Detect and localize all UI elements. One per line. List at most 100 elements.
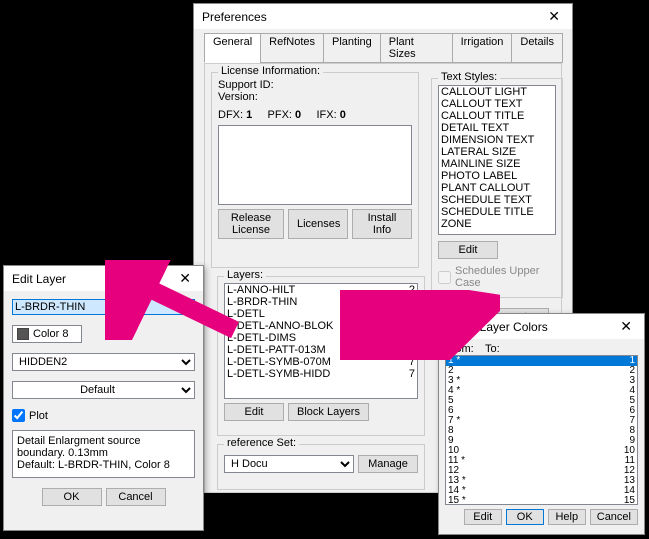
pfx-label: PFX: [268,109,292,121]
tab-irrigation[interactable]: Irrigation [452,33,513,63]
preferences-title: Preferences [202,10,267,24]
licenses-button[interactable]: Licenses [288,209,348,239]
text-styles-group: Text Styles: CALLOUT LIGHT CALLOUT TEXT … [431,78,563,298]
ok-button[interactable]: OK [506,509,544,525]
version-label: Version: [218,91,412,103]
support-id-label: Support ID: [218,79,412,91]
color-label: Color 8 [33,328,68,340]
tab-planting[interactable]: Planting [323,33,381,63]
description-text: Detail Enlargment source boundary. 0.13m… [12,430,195,478]
list-item[interactable]: 55 [446,396,637,406]
preference-set-select[interactable]: H Docu [224,455,354,473]
list-item[interactable]: SCHEDULE TEXT [439,194,555,206]
color-select[interactable]: Color 8 [12,325,82,343]
list-item[interactable]: CALLOUT TEXT [439,98,555,110]
list-item[interactable]: L-DETL0 [225,308,417,320]
list-item[interactable]: L-DETL-SYMB-HIDD7 [225,368,417,380]
license-group: License Information: Support ID: Version… [211,72,419,268]
plot-checkbox[interactable] [12,409,25,422]
block-layer-colors-window: Block Layer Colors ✕ From: To: 1 *1 22 3… [438,313,645,535]
ifx-value: 0 [340,109,346,121]
tab-details[interactable]: Details [511,33,563,63]
list-item[interactable]: PHOTO LABEL [439,170,555,182]
list-item[interactable]: L-DETL-SYMB-070M7 [225,356,417,368]
ifx-label: IFX: [316,109,336,121]
edit-layer-title: Edit Layer [12,272,66,286]
layer-name-input[interactable] [12,299,195,315]
list-item[interactable]: LATERAL SIZE [439,146,555,158]
manage-button[interactable]: Manage [358,455,418,473]
list-item[interactable]: SCHEDULE TITLE [439,206,555,218]
list-item[interactable]: 4 *4 [446,386,637,396]
license-listbox[interactable] [218,125,412,205]
block-layers-button[interactable]: Block Layers [288,403,369,421]
layers-heading: Layers: [224,269,266,281]
linetype-select[interactable]: HIDDEN2 [12,353,195,371]
edit-button[interactable]: Edit [464,509,502,525]
list-item[interactable]: MAINLINE SIZE [439,158,555,170]
list-item[interactable]: DIMENSION TEXT [439,134,555,146]
license-heading: License Information: [218,65,323,77]
list-item[interactable]: 3 *3 [446,376,637,386]
tab-plantsizes[interactable]: Plant Sizes [380,33,453,63]
list-item[interactable]: L-ANNO-HILT2 [225,284,417,296]
list-item[interactable]: L-BRDR-THIN8 [225,296,417,308]
layers-edit-button[interactable]: Edit [224,403,284,421]
release-license-button[interactable]: Release License [218,209,284,239]
text-styles-edit-button[interactable]: Edit [438,241,498,259]
color-pairs-listbox[interactable]: 1 *1 22 3 *3 4 *4 55 66 7 *7 88 99 1010 … [445,355,638,505]
to-label: To: [485,343,500,355]
list-item[interactable]: 88 [446,426,637,436]
layers-group: Layers: L-ANNO-HILT2 L-BRDR-THIN8 L-DETL… [217,276,425,436]
list-item[interactable]: 14 *14 [446,486,637,496]
list-item[interactable]: CALLOUT TITLE [439,110,555,122]
ok-button[interactable]: OK [42,488,102,506]
tabs: General RefNotes Planting Plant Sizes Ir… [204,33,562,63]
layers-listbox[interactable]: L-ANNO-HILT2 L-BRDR-THIN8 L-DETL0 L-DETL… [224,283,418,399]
preferences-titlebar: Preferences ✕ [194,4,572,29]
text-styles-heading: Text Styles: [438,71,500,83]
schedules-upper-label: Schedules Upper Case [455,265,556,289]
preference-set-heading: reference Set: [224,437,299,449]
preference-set-group: reference Set: H Docu Manage [217,444,425,490]
close-icon[interactable]: ✕ [175,270,195,287]
list-item[interactable]: 11 *11 [446,456,637,466]
list-item[interactable]: 15 *15 [446,496,637,505]
edit-layer-window: Edit Layer ✕ Color 8 HIDDEN2 Default Plo… [3,265,204,531]
list-item[interactable]: L-DETL-ANNO-BLOK0 [225,320,417,332]
close-icon[interactable]: ✕ [616,318,636,335]
list-item[interactable]: 13 *13 [446,476,637,486]
tab-general[interactable]: General [204,33,261,63]
schedules-upper-checkbox[interactable] [438,271,451,284]
list-item[interactable]: DETAIL TEXT [439,122,555,134]
close-icon[interactable]: ✕ [544,8,564,25]
pfx-value: 0 [295,109,301,121]
list-item[interactable]: 22 [446,366,637,376]
list-item[interactable]: L-DETL-PATT-013M5 [225,344,417,356]
list-item[interactable]: 1 *1 [446,356,637,366]
help-button[interactable]: Help [548,509,586,525]
list-item[interactable]: L-DETL-DIMS4 [225,332,417,344]
block-layer-colors-title: Block Layer Colors [447,320,548,334]
list-item[interactable]: 66 [446,406,637,416]
list-item[interactable]: ZONE [439,218,555,230]
dfx-value: 1 [246,109,252,121]
plot-label: Plot [29,410,48,422]
list-item[interactable]: 99 [446,436,637,446]
list-item[interactable]: CALLOUT LIGHT [439,86,555,98]
cancel-button[interactable]: Cancel [106,488,166,506]
list-item[interactable]: PLANT CALLOUT [439,182,555,194]
install-info-button[interactable]: Install Info [352,209,412,239]
cancel-button[interactable]: Cancel [590,509,638,525]
color-swatch-icon [17,328,29,340]
tab-refnotes[interactable]: RefNotes [260,33,324,63]
dfx-label: DFX: [218,109,243,121]
text-styles-listbox[interactable]: CALLOUT LIGHT CALLOUT TEXT CALLOUT TITLE… [438,85,556,235]
list-item[interactable]: 1010 [446,446,637,456]
list-item[interactable]: 1212 [446,466,637,476]
lineweight-select[interactable]: Default [12,381,195,399]
from-label: From: [445,343,485,355]
list-item[interactable]: 7 *7 [446,416,637,426]
edit-layer-titlebar: Edit Layer ✕ [4,266,203,291]
block-layer-colors-titlebar: Block Layer Colors ✕ [439,314,644,339]
